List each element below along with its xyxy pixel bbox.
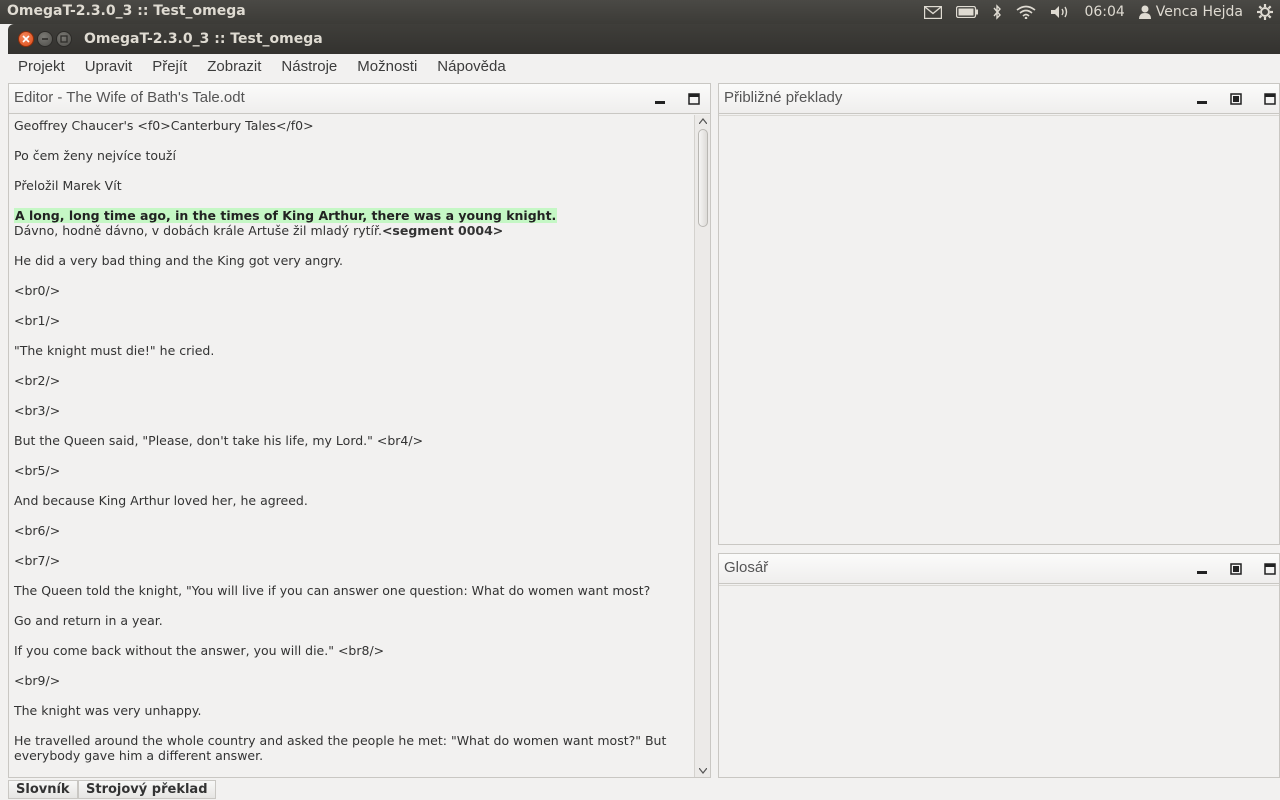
- minimize-icon: [42, 38, 48, 40]
- window-titlebar[interactable]: OmegaT-2.3.0_3 :: Test_omega: [8, 24, 1280, 54]
- maximize-icon: [688, 93, 700, 105]
- segment[interactable]: <br5/>: [14, 463, 60, 478]
- segment[interactable]: Přeložil Marek Vít: [14, 178, 122, 193]
- segment[interactable]: And because King Arthur loved her, he ag…: [14, 493, 308, 508]
- segment[interactable]: He travelled around the whole country an…: [14, 733, 666, 748]
- menu-zobrazit[interactable]: Zobrazit: [197, 54, 271, 80]
- segment[interactable]: The Queen told the knight, "You will liv…: [14, 583, 650, 598]
- fuzzy-pane-title: Přibližné překlady: [724, 89, 843, 106]
- user-menu[interactable]: Venca Hejda: [1132, 0, 1250, 24]
- segment[interactable]: Geoffrey Chaucer's <f0>Canterbury Tales<…: [14, 118, 314, 133]
- glossary-undock-button[interactable]: [1229, 562, 1243, 576]
- minimized-panes-bar: Slovník Strojový překlad: [8, 778, 1280, 800]
- segment[interactable]: The knight was very unhappy.: [14, 703, 201, 718]
- segment[interactable]: "The knight must die!" he cried.: [14, 343, 214, 358]
- menu-moznosti[interactable]: Možnosti: [347, 54, 427, 80]
- glossary-pane-title: Glosář: [724, 559, 769, 576]
- window-title: OmegaT-2.3.0_3 :: Test_omega: [84, 31, 323, 47]
- minimize-icon: [1197, 571, 1207, 574]
- menu-napoveda[interactable]: Nápověda: [427, 54, 515, 80]
- minimize-icon: [1197, 101, 1207, 104]
- segment[interactable]: Go and return in a year.: [14, 613, 163, 628]
- menu-upravit[interactable]: Upravit: [75, 54, 143, 80]
- segment[interactable]: Po čem ženy nejvíce touží: [14, 148, 176, 163]
- segment[interactable]: <br7/>: [14, 553, 60, 568]
- wifi-icon[interactable]: [1009, 0, 1043, 24]
- tab-dictionary[interactable]: Slovník: [8, 780, 78, 799]
- segment[interactable]: <br9/>: [14, 673, 60, 688]
- segment[interactable]: <br1/>: [14, 313, 60, 328]
- undock-icon: [1230, 93, 1242, 105]
- menu-bar: Projekt Upravit Přejít Zobrazit Nástroje…: [8, 54, 1280, 80]
- scroll-up-icon[interactable]: [699, 118, 707, 124]
- clock[interactable]: 06:04: [1077, 0, 1131, 24]
- segment[interactable]: everybody gave him a different answer.: [14, 748, 263, 763]
- segment[interactable]: <br0/>: [14, 283, 60, 298]
- undock-icon: [1230, 563, 1242, 575]
- menu-nastroje[interactable]: Nástroje: [271, 54, 347, 80]
- fuzzy-matches-content[interactable]: [719, 115, 1279, 544]
- close-icon: [22, 35, 30, 43]
- segment[interactable]: <br3/>: [14, 403, 60, 418]
- segment[interactable]: But the Queen said, "Please, don't take …: [14, 433, 423, 448]
- segment[interactable]: <br6/>: [14, 523, 60, 538]
- editor-scrollbar[interactable]: [694, 115, 710, 777]
- panel-indicators: 06:04 Venca Hejda: [917, 0, 1280, 24]
- glossary-pane: Glosář: [718, 553, 1280, 778]
- fuzzy-minimize-button[interactable]: [1195, 92, 1209, 106]
- glossary-content[interactable]: [719, 585, 1279, 777]
- active-segment[interactable]: A long, long time ago, in the times of K…: [14, 208, 558, 223]
- glossary-maximize-button[interactable]: [1263, 562, 1277, 576]
- window-close-button[interactable]: [18, 31, 34, 47]
- fuzzy-maximize-button[interactable]: [1263, 92, 1277, 106]
- system-top-panel: OmegaT-2.3.0_3 :: Test_omega 06:04 Venca…: [0, 0, 1280, 24]
- tab-machine-translation[interactable]: Strojový překlad: [78, 780, 216, 799]
- volume-icon[interactable]: [1043, 0, 1077, 24]
- minimize-icon: [655, 101, 665, 104]
- window-minimize-button[interactable]: [37, 31, 53, 47]
- active-segment-editor[interactable]: Dávno, hodně dávno, v dobách krále Artuš…: [14, 223, 503, 238]
- active-segment-target[interactable]: Dávno, hodně dávno, v dobách krále Artuš…: [14, 223, 382, 238]
- editor-pane-title: Editor - The Wife of Bath's Tale.odt: [14, 89, 245, 106]
- editor-scroll-thumb[interactable]: [698, 129, 708, 227]
- maximize-icon: [1264, 563, 1276, 575]
- gear-icon[interactable]: [1250, 0, 1280, 24]
- glossary-pane-header: Glosář: [719, 554, 1279, 584]
- segment-marker: <segment 0004>: [381, 223, 504, 238]
- maximize-icon: [1264, 93, 1276, 105]
- menu-prejit[interactable]: Přejít: [142, 54, 197, 80]
- fuzzy-matches-pane: Přibližné překlady: [718, 83, 1280, 545]
- active-segment-source: A long, long time ago, in the times of K…: [14, 208, 558, 223]
- bluetooth-icon[interactable]: [985, 0, 1009, 24]
- maximize-icon: [60, 35, 68, 43]
- editor-maximize-button[interactable]: [687, 92, 701, 106]
- editor-text-area[interactable]: Geoffrey Chaucer's <f0>Canterbury Tales<…: [9, 115, 694, 777]
- menu-projekt[interactable]: Projekt: [8, 54, 75, 80]
- fuzzy-undock-button[interactable]: [1229, 92, 1243, 106]
- window-maximize-button[interactable]: [56, 31, 72, 47]
- editor-pane: Editor - The Wife of Bath's Tale.odt Geo…: [8, 83, 711, 778]
- editor-pane-header: Editor - The Wife of Bath's Tale.odt: [9, 84, 710, 114]
- segment[interactable]: If you come back without the answer, you…: [14, 643, 384, 658]
- scroll-down-icon[interactable]: [699, 768, 707, 774]
- glossary-minimize-button[interactable]: [1195, 562, 1209, 576]
- user-name: Venca Hejda: [1155, 4, 1243, 20]
- segment[interactable]: He did a very bad thing and the King got…: [14, 253, 343, 268]
- panel-app-title: OmegaT-2.3.0_3 :: Test_omega: [7, 3, 246, 19]
- segment[interactable]: <br2/>: [14, 373, 60, 388]
- battery-icon[interactable]: [949, 0, 985, 24]
- editor-minimize-button[interactable]: [653, 92, 667, 106]
- mail-icon[interactable]: [917, 0, 949, 24]
- user-icon: [1138, 5, 1151, 19]
- fuzzy-pane-header: Přibližné překlady: [719, 84, 1279, 114]
